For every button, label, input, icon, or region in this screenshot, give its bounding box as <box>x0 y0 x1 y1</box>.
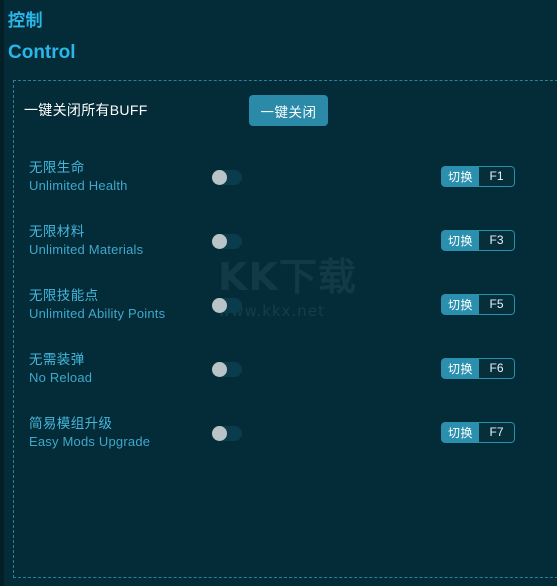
hotkey-key-label: F1 <box>479 166 516 187</box>
hotkey-key-label: F5 <box>479 294 516 315</box>
feature-row-labels: 简易模组升级 Easy Mods Upgrade <box>29 414 204 451</box>
feature-toggle-switch[interactable] <box>212 362 242 377</box>
feature-label-en: Unlimited Health <box>29 178 128 193</box>
feature-row: 无限材料 Unlimited Materials 切换 F3 <box>0 222 557 268</box>
feature-toggle-switch[interactable] <box>212 298 242 313</box>
hotkey-key-label: F7 <box>479 422 516 443</box>
toggle-knob-icon <box>212 234 227 249</box>
feature-label-cn: 简易模组升级 <box>29 416 113 431</box>
hotkey-action-label: 切换 <box>441 230 480 251</box>
feature-hotkey-badge[interactable]: 切换 F7 <box>441 422 516 443</box>
feature-row-labels: 无限技能点 Unlimited Ability Points <box>29 286 204 323</box>
feature-row-labels: 无限材料 Unlimited Materials <box>29 222 204 259</box>
feature-label-en: Unlimited Ability Points <box>29 306 166 321</box>
feature-row-labels: 无限生命 Unlimited Health <box>29 158 204 195</box>
feature-toggle-switch[interactable] <box>212 234 242 249</box>
hotkey-action-label: 切换 <box>441 358 480 379</box>
left-edge-strip <box>0 0 4 586</box>
feature-label-cn: 无限生命 <box>29 160 85 175</box>
hotkey-action-label: 切换 <box>441 294 480 315</box>
toggle-knob-icon <box>212 362 227 377</box>
feature-row-labels: 无需装弹 No Reload <box>29 350 204 387</box>
feature-toggle-switch[interactable] <box>212 170 242 185</box>
hotkey-key-label: F3 <box>479 230 516 251</box>
feature-toggle-switch[interactable] <box>212 426 242 441</box>
hotkey-action-label: 切换 <box>441 422 480 443</box>
feature-rows-list: 无限生命 Unlimited Health 切换 F1 无限材料 Unlimited Ma… <box>0 0 557 586</box>
feature-row: 无限技能点 Unlimited Ability Points 切换 F5 <box>0 286 557 332</box>
feature-label-cn: 无限技能点 <box>29 288 99 303</box>
feature-hotkey-badge[interactable]: 切换 F1 <box>441 166 516 187</box>
toggle-knob-icon <box>212 298 227 313</box>
feature-label-en: Unlimited Materials <box>29 242 144 257</box>
feature-hotkey-badge[interactable]: 切换 F5 <box>441 294 516 315</box>
feature-row: 简易模组升级 Easy Mods Upgrade 切换 F7 <box>0 414 557 460</box>
feature-hotkey-badge[interactable]: 切换 F6 <box>441 358 516 379</box>
feature-hotkey-badge[interactable]: 切换 F3 <box>441 230 516 251</box>
feature-row: 无限生命 Unlimited Health 切换 F1 <box>0 158 557 204</box>
feature-label-en: No Reload <box>29 370 93 385</box>
feature-label-cn: 无限材料 <box>29 224 85 239</box>
feature-label-cn: 无需装弹 <box>29 352 85 367</box>
toggle-knob-icon <box>212 426 227 441</box>
hotkey-action-label: 切换 <box>441 166 480 187</box>
toggle-knob-icon <box>212 170 227 185</box>
hotkey-key-label: F6 <box>479 358 516 379</box>
feature-row: 无需装弹 No Reload 切换 F6 <box>0 350 557 396</box>
feature-label-en: Easy Mods Upgrade <box>29 434 151 449</box>
